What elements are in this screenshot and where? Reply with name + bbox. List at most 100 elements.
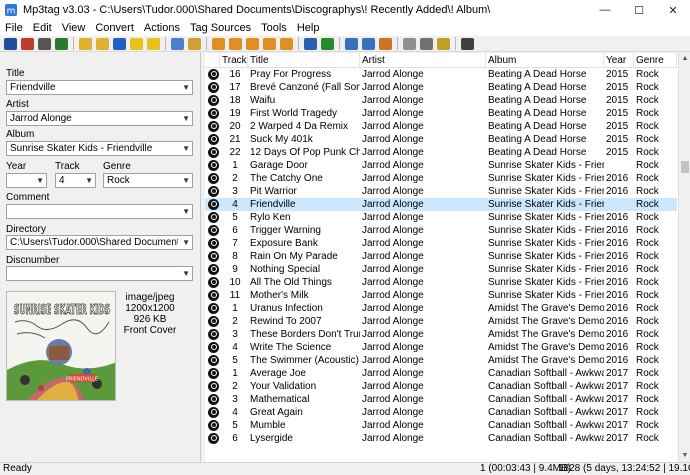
directory-field[interactable]: C:\Users\Tudor.000\Shared Documents\Disc… — [6, 235, 193, 250]
menu-file[interactable]: File — [0, 20, 28, 36]
title-field[interactable]: Friendville ▼ — [6, 80, 193, 95]
column-header-album[interactable]: Album — [486, 53, 604, 68]
menu-tools[interactable]: Tools — [256, 20, 292, 36]
scroll-down-icon[interactable]: ▼ — [679, 450, 690, 462]
quick-action-icon[interactable] — [321, 37, 334, 50]
table-row[interactable]: 16 Pray For Progress Jarrod Alonge Beating … — [205, 68, 677, 81]
column-header-artist[interactable]: Artist — [360, 53, 486, 68]
table-row[interactable]: 4 Write The Science Jarrod Alonge Amidst Th… — [205, 341, 677, 354]
table-row[interactable]: 1 Average Joe Jarrod Alonge Canadian Softba… — [205, 367, 677, 380]
table-row[interactable]: 7 Exposure Bank Jarrod Alonge Sunrise Skate… — [205, 237, 677, 250]
menu-help[interactable]: Help — [292, 20, 325, 36]
chevron-down-icon[interactable]: ▼ — [182, 267, 190, 280]
column-header-track[interactable]: Track — [220, 53, 248, 68]
chevron-down-icon[interactable]: ▼ — [182, 81, 190, 94]
discogs-icon[interactable] — [420, 37, 433, 50]
chevron-down-icon[interactable]: ▼ — [182, 142, 190, 155]
remove-icon[interactable] — [38, 37, 51, 50]
filename-tag-icon[interactable] — [229, 37, 242, 50]
chevron-down-icon[interactable]: ▼ — [182, 205, 190, 218]
table-row[interactable]: 19 First World Tragedy Jarrod Alonge Beatin… — [205, 107, 677, 120]
export-icon[interactable] — [345, 37, 358, 50]
chevron-down-icon[interactable]: ▼ — [182, 112, 190, 125]
table-row-selected[interactable]: 4 Friendville Jarrod Alonge Sunrise Skater … — [205, 198, 677, 211]
tools-icon[interactable] — [461, 37, 474, 50]
column-header-year[interactable]: Year — [604, 53, 634, 68]
menu-tag-sources[interactable]: Tag Sources — [185, 20, 256, 36]
table-row[interactable]: 5 The Swimmer (Acoustic) Jarrod Alonge Amid… — [205, 354, 677, 367]
star-icon[interactable] — [147, 37, 160, 50]
scroll-up-icon[interactable]: ▲ — [679, 53, 690, 65]
table-row[interactable]: 11 Mother's Milk Jarrod Alonge Sunrise Skat… — [205, 289, 677, 302]
auto-number-icon[interactable] — [280, 37, 293, 50]
table-row[interactable]: 9 Nothing Special Jarrod Alonge Sunrise Ska… — [205, 263, 677, 276]
actions-icon[interactable] — [304, 37, 317, 50]
cell-title: Lysergide — [250, 433, 293, 444]
chevron-down-icon[interactable]: ▼ — [36, 174, 44, 187]
table-row[interactable]: 3 Mathematical Jarrod Alonge Canadian Softb… — [205, 393, 677, 406]
table-row[interactable]: 17 Brevé Canzoné (Fall Song) Jarrod Alonge… — [205, 81, 677, 94]
cell-year: 2016 — [606, 186, 629, 197]
column-header-icon[interactable] — [205, 53, 220, 68]
column-header-genre[interactable]: Genre — [634, 53, 677, 68]
mp3-file-icon — [208, 303, 219, 314]
table-row[interactable]: 10 All The Old Things Jarrod Alonge Sunrise… — [205, 276, 677, 289]
web-sources-icon[interactable] — [379, 37, 392, 50]
vertical-scrollbar[interactable]: ▲ ▼ — [678, 53, 690, 462]
maximize-button[interactable]: ☐ — [622, 0, 656, 20]
column-header-title[interactable]: Title — [248, 53, 360, 68]
menu-edit[interactable]: Edit — [28, 20, 57, 36]
table-row[interactable]: 18 Waifu Jarrod Alonge Beating A Dead Horse… — [205, 94, 677, 107]
table-row[interactable]: 5 Mumble Jarrod Alonge Canadian Softball - … — [205, 419, 677, 432]
chevron-down-icon[interactable]: ▼ — [182, 236, 190, 249]
tag-filename-icon[interactable] — [212, 37, 225, 50]
table-row[interactable]: 1 Garage Door Jarrod Alonge Sunrise Skater … — [205, 159, 677, 172]
discnumber-field[interactable]: ▼ — [6, 266, 193, 281]
minimize-button[interactable]: — — [588, 0, 622, 20]
chevron-down-icon[interactable]: ▼ — [182, 174, 190, 187]
refresh-icon[interactable] — [55, 37, 68, 50]
cell-year: 2016 — [606, 329, 629, 340]
table-row[interactable]: 21 Suck My 401k Jarrod Alonge Beating A Dea… — [205, 133, 677, 146]
cover-art[interactable]: FRIENDVILLE SUNRISE SKATER KIDS — [6, 291, 116, 401]
scrollbar-thumb[interactable] — [681, 161, 689, 173]
freedb-icon[interactable] — [403, 37, 416, 50]
table-row[interactable]: 3 Pit Warrior Jarrod Alonge Sunrise Skater … — [205, 185, 677, 198]
comment-field[interactable]: ▼ — [6, 204, 193, 219]
text-tag-icon[interactable] — [246, 37, 259, 50]
tag-panel-icon[interactable] — [171, 37, 184, 50]
track-field[interactable]: 4 ▼ — [55, 173, 96, 188]
cell-title: The Catchy One — [250, 173, 323, 184]
playlist-icon[interactable] — [113, 37, 126, 50]
tag-tag-icon[interactable] — [263, 37, 276, 50]
table-row[interactable]: 2 Your Validation Jarrod Alonge Canadian So… — [205, 380, 677, 393]
table-row[interactable]: 4 Great Again Jarrod Alonge Canadian Softba… — [205, 406, 677, 419]
table-row[interactable]: 8 Rain On My Parade Jarrod Alonge Sunrise S… — [205, 250, 677, 263]
menu-view[interactable]: View — [57, 20, 91, 36]
year-field[interactable]: ▼ — [6, 173, 47, 188]
menu-convert[interactable]: Convert — [90, 20, 139, 36]
table-row[interactable]: 1 Uranus Infection Jarrod Alonge Amidst The… — [205, 302, 677, 315]
album-field[interactable]: Sunrise Skater Kids - Friendville ▼ — [6, 141, 193, 156]
table-row[interactable]: 20 2 Warped 4 Da Remix Jarrod Alonge Beatin… — [205, 120, 677, 133]
table-row[interactable]: 6 Trigger Warning Jarrod Alonge Sunrise Ska… — [205, 224, 677, 237]
chevron-down-icon[interactable]: ▼ — [85, 174, 93, 187]
options-icon[interactable] — [188, 37, 201, 50]
undo-icon[interactable] — [21, 37, 34, 50]
table-row[interactable]: 2 Rewind To 2007 Jarrod Alonge Amidst The G… — [205, 315, 677, 328]
table-row[interactable]: 5 Rylo Ken Jarrod Alonge Sunrise Skater Kid… — [205, 211, 677, 224]
genre-field[interactable]: Rock ▼ — [103, 173, 193, 188]
save-icon[interactable] — [4, 37, 17, 50]
close-button[interactable]: ✕ — [656, 0, 690, 20]
artist-field[interactable]: Jarrod Alonge ▼ — [6, 111, 193, 126]
musicbrainz-icon[interactable] — [437, 37, 450, 50]
change-directory-icon[interactable] — [79, 37, 92, 50]
table-row[interactable]: 6 Lysergide Jarrod Alonge Canadian Softball… — [205, 432, 677, 445]
add-directory-icon[interactable] — [96, 37, 109, 50]
table-row[interactable]: 2 The Catchy One Jarrod Alonge Sunrise Skat… — [205, 172, 677, 185]
menu-actions[interactable]: Actions — [139, 20, 185, 36]
table-row[interactable]: 3 These Borders Don't TrumpJarrod Alonge A… — [205, 328, 677, 341]
table-row[interactable]: 22 12 Days Of Pop Punk Chri...Jarrod Alon… — [205, 146, 677, 159]
playlist-create-icon[interactable] — [362, 37, 375, 50]
favorites-icon[interactable] — [130, 37, 143, 50]
